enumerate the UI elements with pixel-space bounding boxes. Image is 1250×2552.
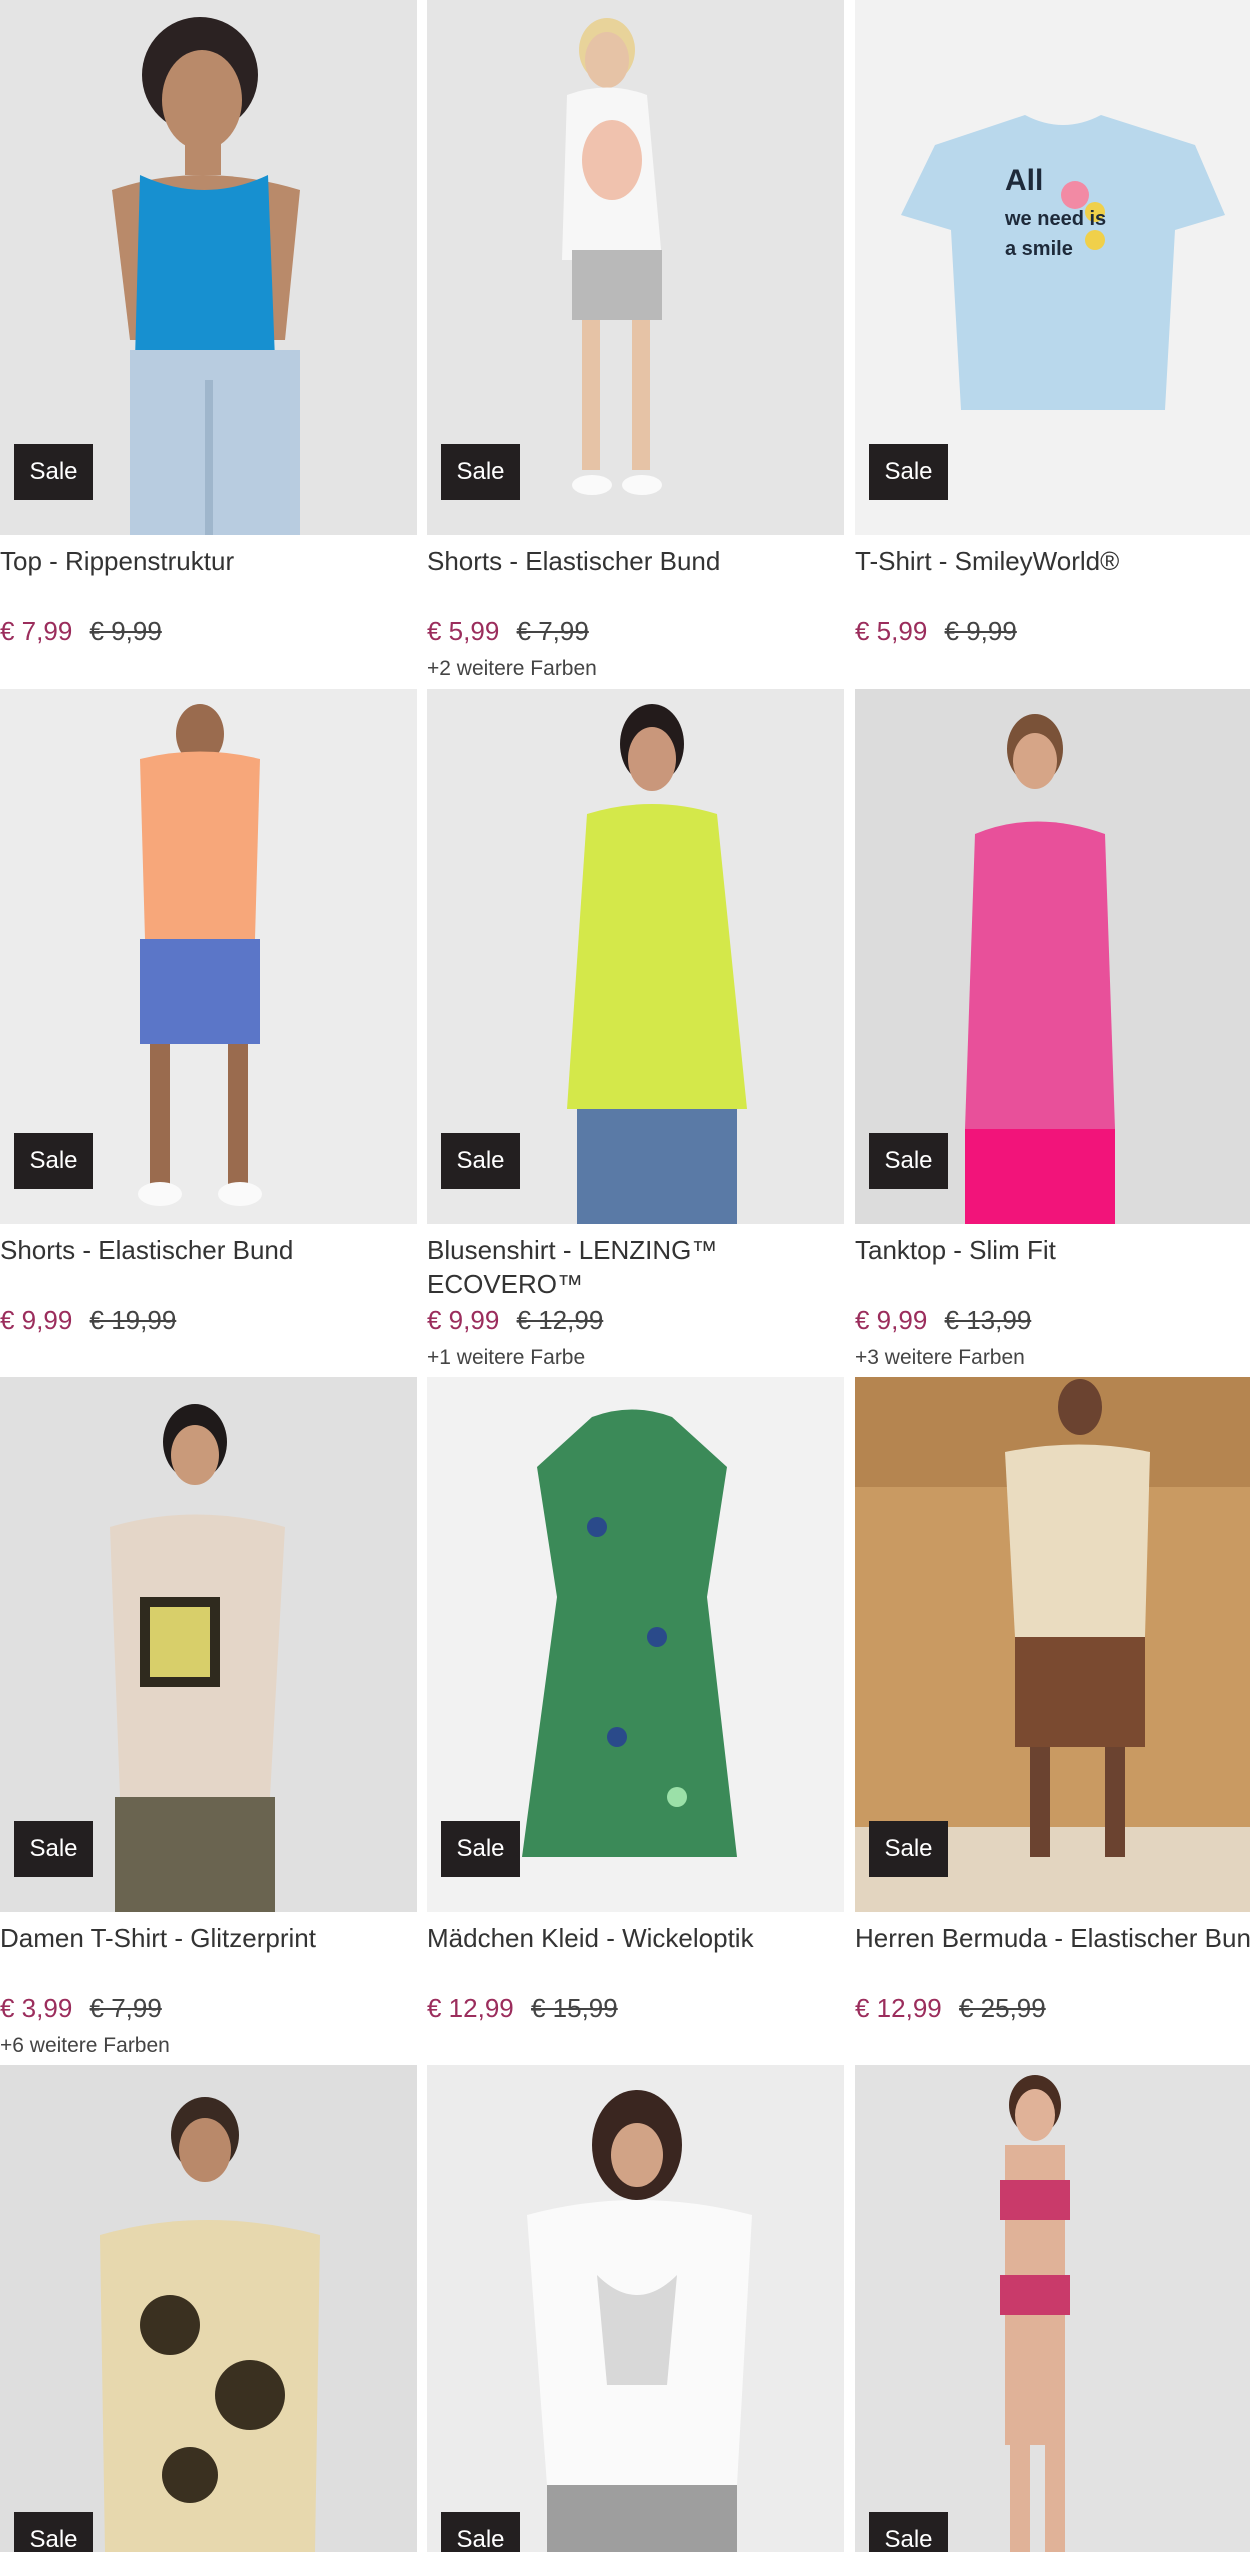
price-row: € 5,99 € 9,99: [855, 614, 1017, 648]
current-price: € 12,99: [427, 1993, 514, 2023]
woman-lime-blouse-photo[interactable]: Sale: [427, 689, 844, 1224]
sale-badge: Sale: [14, 1133, 93, 1189]
sale-badge: Sale: [869, 1133, 948, 1189]
price-row: € 9,99 € 13,99: [855, 1303, 1031, 1337]
product-title[interactable]: T-Shirt - SmileyWorld®: [855, 544, 1250, 578]
product-title[interactable]: Top - Rippenstruktur: [0, 544, 417, 578]
sale-badge: Sale: [441, 444, 520, 500]
woman-blue-tank-top-photo[interactable]: Sale: [0, 0, 417, 535]
man-blue-batik-shorts-photo[interactable]: Sale: [0, 689, 417, 1224]
more-colors[interactable]: +3 weitere Farben: [855, 1344, 1025, 1372]
original-price: € 12,99: [516, 1305, 604, 1335]
sale-badge: Sale: [441, 1821, 520, 1877]
current-price: € 9,99: [855, 1305, 928, 1335]
sale-badge: Sale: [441, 2512, 520, 2552]
price-row: € 7,99 € 9,99: [0, 614, 162, 648]
product-title[interactable]: Shorts - Elastischer Bund: [0, 1233, 417, 1267]
sale-badge: Sale: [869, 444, 948, 500]
sale-badge: Sale: [14, 1821, 93, 1877]
woman-pink-bikini-photo[interactable]: Sale: [855, 2065, 1250, 2552]
product-title[interactable]: Herren Bermuda - Elastischer Bund: [855, 1921, 1250, 1955]
more-colors[interactable]: +1 weitere Farbe: [427, 1344, 585, 1372]
original-price: € 7,99: [89, 1993, 162, 2023]
original-price: € 13,99: [944, 1305, 1032, 1335]
sale-badge: Sale: [869, 1821, 948, 1877]
woman-white-butterfly-tshirt-photo[interactable]: Sale: [427, 2065, 844, 2552]
current-price: € 5,99: [427, 616, 500, 646]
green-print-dress-photo[interactable]: Sale: [427, 1377, 844, 1912]
shirt-print-text: All: [1005, 164, 1043, 197]
price-row: € 9,99 € 19,99: [0, 1303, 176, 1337]
shirt-print-text: a smile: [1005, 238, 1073, 260]
price-row: € 9,99 € 12,99: [427, 1303, 603, 1337]
sale-badge: Sale: [441, 1133, 520, 1189]
original-price: € 25,99: [958, 1993, 1046, 2023]
more-colors[interactable]: +6 weitere Farben: [0, 2032, 170, 2060]
current-price: € 7,99: [0, 616, 73, 646]
price-row: € 12,99 € 25,99: [855, 1991, 1046, 2025]
product-title[interactable]: Damen T-Shirt - Glitzerprint: [0, 1921, 417, 1955]
current-price: € 9,99: [0, 1305, 73, 1335]
sale-badge: Sale: [869, 2512, 948, 2552]
product-title[interactable]: Shorts - Elastischer Bund: [427, 544, 844, 578]
current-price: € 3,99: [0, 1993, 73, 2023]
woman-pink-tank-top-photo[interactable]: Sale: [855, 689, 1250, 1224]
shirt-print-text: we need is: [1004, 208, 1106, 230]
price-row: € 3,99 € 7,99: [0, 1991, 162, 2025]
product-title[interactable]: Tanktop - Slim Fit: [855, 1233, 1250, 1267]
current-price: € 12,99: [855, 1993, 942, 2023]
original-price: € 19,99: [89, 1305, 177, 1335]
product-title[interactable]: Blusenshirt - LENZING™ ECOVERO™: [427, 1233, 844, 1301]
current-price: € 5,99: [855, 616, 928, 646]
original-price: € 9,99: [944, 616, 1017, 646]
more-colors[interactable]: +2 weitere Farben: [427, 655, 597, 683]
sale-badge: Sale: [14, 444, 93, 500]
man-batik-tshirt-photo[interactable]: Sale: [0, 2065, 417, 2552]
original-price: € 9,99: [89, 616, 162, 646]
original-price: € 7,99: [516, 616, 589, 646]
man-brown-bermuda-photo[interactable]: Sale: [855, 1377, 1250, 1912]
woman-beige-tshirt-photo[interactable]: Sale: [0, 1377, 417, 1912]
light-blue-tshirt-photo[interactable]: All we need is a smile Sale: [855, 0, 1250, 535]
original-price: € 15,99: [530, 1993, 618, 2023]
current-price: € 9,99: [427, 1305, 500, 1335]
woman-grey-shorts-photo[interactable]: Sale: [427, 0, 844, 535]
product-title[interactable]: Mädchen Kleid - Wickeloptik: [427, 1921, 844, 1955]
price-row: € 12,99 € 15,99: [427, 1991, 618, 2025]
sale-badge: Sale: [14, 2512, 93, 2552]
price-row: € 5,99 € 7,99: [427, 614, 589, 648]
